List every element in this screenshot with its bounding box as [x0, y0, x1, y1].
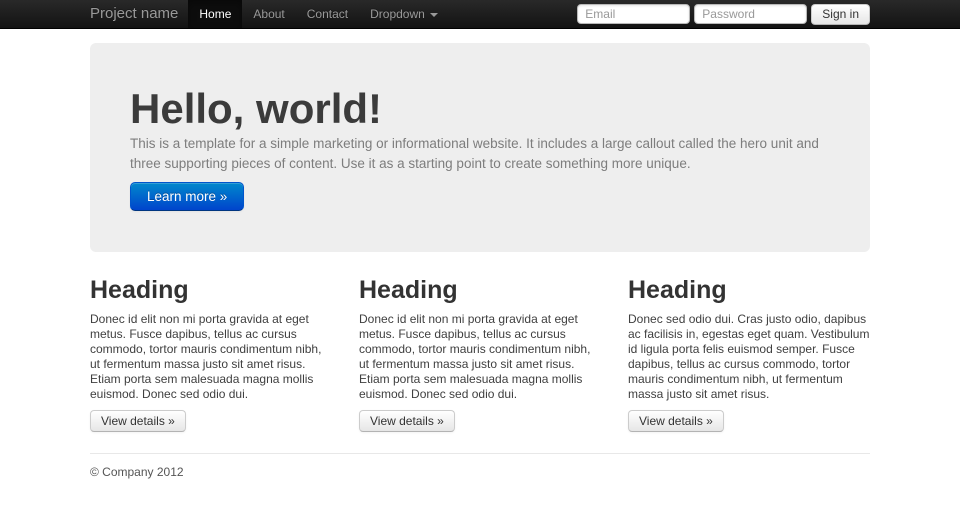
column-text: Donec id elit non mi porta gravida at eg… — [359, 312, 601, 402]
footer-divider — [90, 453, 870, 455]
password-field[interactable] — [694, 4, 807, 24]
column-text: Donec id elit non mi porta gravida at eg… — [90, 312, 332, 402]
hero-unit: Hello, world! This is a template for a s… — [90, 43, 870, 252]
view-details-button-2[interactable]: View details » — [359, 410, 455, 432]
copyright-text: © Company 2012 — [90, 465, 870, 479]
view-details-button-1[interactable]: View details » — [90, 410, 186, 432]
column-text: Donec sed odio dui. Cras justo odio, dap… — [628, 312, 870, 402]
column-2: Heading Donec id elit non mi porta gravi… — [359, 277, 601, 432]
hero-title: Hello, world! — [130, 86, 830, 132]
column-3: Heading Donec sed odio dui. Cras justo o… — [628, 277, 870, 432]
sign-in-button[interactable]: Sign in — [811, 4, 870, 25]
column-heading: Heading — [359, 277, 601, 304]
nav-item-contact[interactable]: Contact — [296, 0, 359, 28]
email-field[interactable] — [577, 4, 690, 24]
learn-more-button[interactable]: Learn more » — [130, 182, 244, 211]
hero-description: This is a template for a simple marketin… — [130, 134, 830, 173]
column-1: Heading Donec id elit non mi porta gravi… — [90, 277, 332, 432]
nav-item-about[interactable]: About — [242, 0, 295, 28]
navbar: Project name Home About Contact Dropdown… — [0, 0, 960, 29]
nav-item-home[interactable]: Home — [188, 0, 242, 28]
caret-down-icon — [430, 13, 438, 17]
navbar-inner: Project name Home About Contact Dropdown… — [90, 0, 870, 28]
main-container: Hello, world! This is a template for a s… — [90, 43, 870, 479]
view-details-button-3[interactable]: View details » — [628, 410, 724, 432]
brand-link[interactable]: Project name — [90, 0, 178, 28]
column-heading: Heading — [90, 277, 332, 304]
nav-menu: Home About Contact Dropdown — [188, 0, 448, 28]
columns-row: Heading Donec id elit non mi porta gravi… — [90, 277, 870, 432]
column-heading: Heading — [628, 277, 870, 304]
signin-form: Sign in — [577, 0, 870, 28]
footer: © Company 2012 — [90, 453, 870, 479]
nav-item-dropdown-label: Dropdown — [370, 7, 425, 21]
nav-item-dropdown[interactable]: Dropdown — [359, 0, 449, 28]
